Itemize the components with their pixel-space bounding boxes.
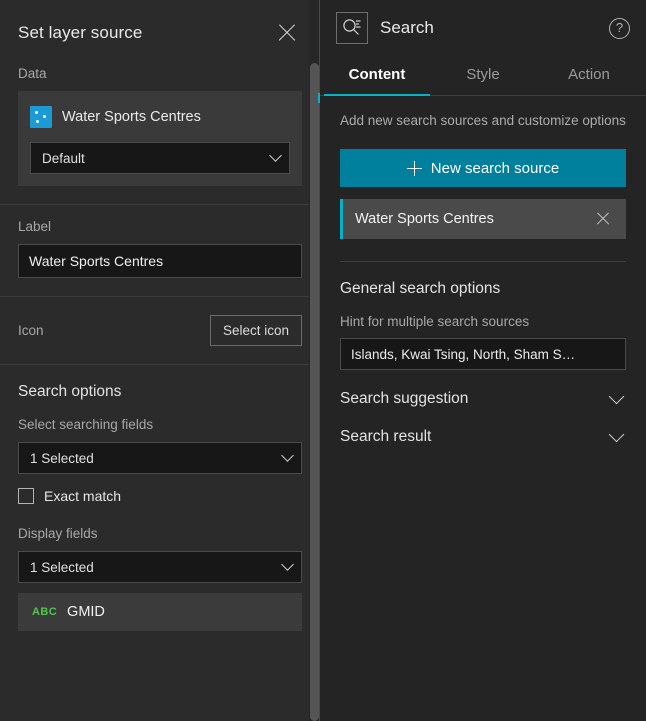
- display-fields-label: Display fields: [18, 526, 302, 541]
- icon-row: Icon Select icon: [18, 315, 302, 346]
- label-section-label: Label: [18, 219, 302, 234]
- remove-source-icon[interactable]: [594, 210, 612, 228]
- accordion-search-result[interactable]: Search result: [340, 428, 626, 446]
- search-options-section: Search options Select searching fields 1…: [0, 364, 320, 649]
- data-card: Water Sports Centres Default: [18, 91, 302, 186]
- chevron-down-icon: [281, 558, 294, 571]
- scrollbar-thumb[interactable]: [310, 63, 319, 721]
- section-divider: [340, 261, 626, 262]
- tab-content[interactable]: Content: [324, 56, 430, 95]
- select-icon-button[interactable]: Select icon: [210, 315, 302, 346]
- tab-action[interactable]: Action: [536, 56, 642, 95]
- data-section-label: Data: [18, 66, 302, 81]
- chevron-down-icon: [609, 388, 625, 404]
- content-tab-body: Add new search sources and customize opt…: [320, 96, 646, 446]
- display-fields-value: 1 Selected: [30, 560, 94, 575]
- chevron-down-icon: [609, 426, 625, 442]
- close-icon[interactable]: [274, 20, 300, 46]
- icon-section-label: Icon: [18, 323, 44, 338]
- view-select-value: Default: [42, 151, 85, 166]
- view-select[interactable]: Default: [30, 142, 290, 174]
- list-item[interactable]: Water Sports Centres: [340, 199, 626, 239]
- help-icon[interactable]: ?: [609, 18, 630, 39]
- search-source-name: Water Sports Centres: [355, 211, 494, 227]
- panel-description: Add new search sources and customize opt…: [340, 110, 626, 131]
- accordion-label: Search suggestion: [340, 390, 468, 408]
- list-item[interactable]: ABC GMID: [18, 593, 302, 631]
- icon-section: Icon Select icon: [0, 296, 320, 364]
- point-layer-icon: [30, 106, 52, 128]
- chevron-down-icon: [281, 449, 294, 462]
- search-options-heading: Search options: [18, 383, 302, 401]
- searching-fields-value: 1 Selected: [30, 451, 94, 466]
- widget-title: Search: [380, 18, 597, 38]
- plus-icon: [407, 161, 422, 176]
- search-widget-icon: [336, 12, 368, 44]
- new-search-source-button[interactable]: New search source: [340, 149, 626, 187]
- settings-tabs: Content Style Action: [320, 56, 646, 96]
- new-search-source-label: New search source: [431, 160, 559, 177]
- label-input[interactable]: [18, 244, 302, 278]
- exact-match-checkbox[interactable]: [18, 488, 34, 504]
- field-type-icon: ABC: [32, 606, 57, 618]
- layer-name: Water Sports Centres: [62, 109, 201, 125]
- searching-fields-select[interactable]: 1 Selected: [18, 442, 302, 474]
- field-name: GMID: [67, 604, 105, 620]
- layer-row: Water Sports Centres: [30, 103, 290, 131]
- accordion-label: Search result: [340, 428, 431, 446]
- widget-header: Search ?: [320, 0, 646, 56]
- search-settings-panel: Search ? Content Style Action Add new se…: [320, 0, 646, 721]
- label-section: Label: [0, 204, 320, 296]
- page-title: Set layer source: [18, 23, 142, 43]
- tab-style[interactable]: Style: [430, 56, 536, 95]
- data-section: Data Water Sports Centres Default: [0, 66, 320, 204]
- set-layer-source-panel: Set layer source Data Water Sports Centr…: [0, 0, 320, 721]
- chevron-down-icon: [269, 149, 282, 162]
- general-search-options-heading: General search options: [340, 280, 626, 298]
- hint-label: Hint for multiple search sources: [340, 314, 626, 329]
- panel-header: Set layer source: [0, 0, 320, 66]
- searching-fields-label: Select searching fields: [18, 417, 302, 432]
- hint-input[interactable]: [340, 338, 626, 370]
- exact-match-label: Exact match: [44, 488, 121, 504]
- exact-match-row[interactable]: Exact match: [18, 488, 302, 504]
- accordion-search-suggestion[interactable]: Search suggestion: [340, 390, 626, 408]
- display-fields-select[interactable]: 1 Selected: [18, 551, 302, 583]
- app-root: Set layer source Data Water Sports Centr…: [0, 0, 646, 721]
